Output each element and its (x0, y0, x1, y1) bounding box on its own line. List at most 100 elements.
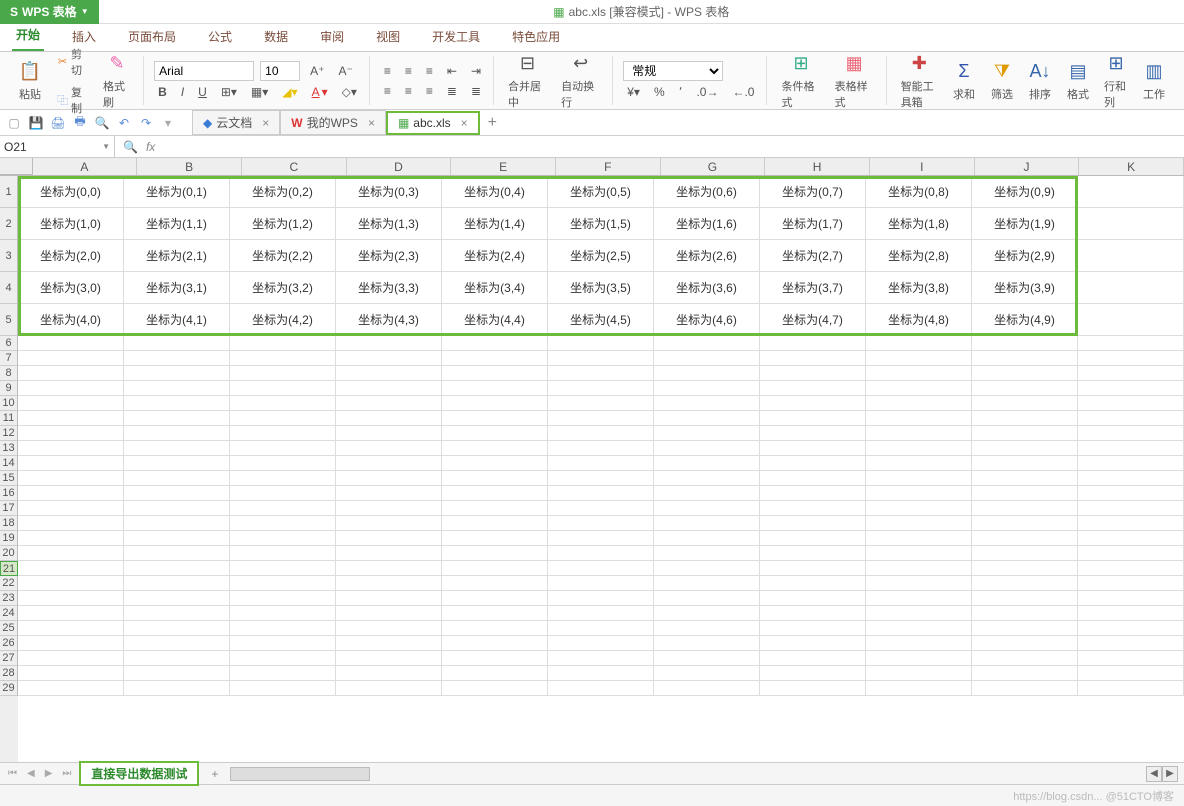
cell-A9[interactable] (18, 381, 124, 396)
cell-F16[interactable] (548, 486, 654, 501)
cell-E11[interactable] (442, 411, 548, 426)
row-header-2[interactable]: 2 (0, 208, 18, 240)
menu-item-数据[interactable]: 数据 (260, 22, 292, 51)
tab-active-file[interactable]: ▦abc.xls× (386, 111, 480, 135)
cell-I11[interactable] (866, 411, 972, 426)
sheet-nav-prev[interactable]: ◀ (25, 768, 37, 779)
copy-button[interactable]: ⿻复制 (52, 82, 93, 118)
cell-J3[interactable]: 坐标为(2,9) (972, 240, 1078, 272)
cell-K14[interactable] (1078, 456, 1184, 471)
cell-C20[interactable] (230, 546, 336, 561)
cell-E22[interactable] (442, 576, 548, 591)
cell-D25[interactable] (336, 621, 442, 636)
row-header-1[interactable]: 1 (0, 176, 18, 208)
cell-D6[interactable] (336, 336, 442, 351)
cell-K3[interactable] (1078, 240, 1184, 272)
cell-C1[interactable]: 坐标为(0,2) (230, 176, 336, 208)
cell-C13[interactable] (230, 441, 336, 456)
cell-B2[interactable]: 坐标为(1,1) (124, 208, 230, 240)
cell-K4[interactable] (1078, 272, 1184, 304)
cell-F3[interactable]: 坐标为(2,5) (548, 240, 654, 272)
cell-J6[interactable] (972, 336, 1078, 351)
pattern-button[interactable]: ▦▾ (247, 83, 272, 101)
cell-I7[interactable] (866, 351, 972, 366)
cell-J27[interactable] (972, 651, 1078, 666)
cell-D22[interactable] (336, 576, 442, 591)
cell-F25[interactable] (548, 621, 654, 636)
grow-font-button[interactable]: A⁺ (306, 62, 328, 80)
cut-button[interactable]: ✂剪切 (52, 44, 93, 80)
cell-C14[interactable] (230, 456, 336, 471)
sheet-tab-active[interactable]: 直接导出数据测试 (79, 761, 199, 786)
cell-E14[interactable] (442, 456, 548, 471)
cell-J15[interactable] (972, 471, 1078, 486)
sort-button[interactable]: A↓排序 (1024, 58, 1056, 104)
cell-F6[interactable] (548, 336, 654, 351)
row-header-12[interactable]: 12 (0, 426, 18, 441)
cell-B21[interactable] (124, 561, 230, 576)
filter-button[interactable]: ⧩筛选 (986, 58, 1018, 104)
cell-K11[interactable] (1078, 411, 1184, 426)
cell-D21[interactable] (336, 561, 442, 576)
cell-D23[interactable] (336, 591, 442, 606)
cell-E20[interactable] (442, 546, 548, 561)
cell-H6[interactable] (760, 336, 866, 351)
cell-H12[interactable] (760, 426, 866, 441)
cell-K10[interactable] (1078, 396, 1184, 411)
cell-B18[interactable] (124, 516, 230, 531)
cell-J21[interactable] (972, 561, 1078, 576)
cell-I26[interactable] (866, 636, 972, 651)
cell-B27[interactable] (124, 651, 230, 666)
cell-K24[interactable] (1078, 606, 1184, 621)
cell-I2[interactable]: 坐标为(1,8) (866, 208, 972, 240)
cell-A10[interactable] (18, 396, 124, 411)
fill-color-button[interactable]: ◢▾ (278, 83, 301, 101)
cell-J26[interactable] (972, 636, 1078, 651)
cell-D28[interactable] (336, 666, 442, 681)
cell-B14[interactable] (124, 456, 230, 471)
cell-K9[interactable] (1078, 381, 1184, 396)
align-bottom-button[interactable]: ≡ (422, 62, 437, 80)
cell-A19[interactable] (18, 531, 124, 546)
cell-J7[interactable] (972, 351, 1078, 366)
row-header-29[interactable]: 29 (0, 681, 18, 696)
font-name-select[interactable] (154, 61, 254, 81)
cell-D19[interactable] (336, 531, 442, 546)
cell-I24[interactable] (866, 606, 972, 621)
cell-A4[interactable]: 坐标为(3,0) (18, 272, 124, 304)
sheet-nav-first[interactable]: ⏮ (6, 768, 19, 779)
close-icon[interactable]: × (262, 116, 269, 130)
row-header-18[interactable]: 18 (0, 516, 18, 531)
cell-D13[interactable] (336, 441, 442, 456)
cell-J22[interactable] (972, 576, 1078, 591)
column-header-B[interactable]: B (137, 158, 242, 175)
cell-B26[interactable] (124, 636, 230, 651)
cell-E16[interactable] (442, 486, 548, 501)
cell-G12[interactable] (654, 426, 760, 441)
cell-H7[interactable] (760, 351, 866, 366)
cell-G29[interactable] (654, 681, 760, 696)
cell-B12[interactable] (124, 426, 230, 441)
spreadsheet-grid[interactable]: ABCDEFGHIJK 1234567891011121314151617181… (0, 158, 1184, 762)
cell-G8[interactable] (654, 366, 760, 381)
cell-J2[interactable]: 坐标为(1,9) (972, 208, 1078, 240)
work-button[interactable]: ▥工作 (1138, 58, 1170, 104)
cell-A16[interactable] (18, 486, 124, 501)
sum-button[interactable]: Σ求和 (948, 58, 980, 104)
cell-I19[interactable] (866, 531, 972, 546)
cell-I21[interactable] (866, 561, 972, 576)
cell-G14[interactable] (654, 456, 760, 471)
search-icon[interactable]: 🔍 (123, 140, 138, 154)
cell-C27[interactable] (230, 651, 336, 666)
cell-I27[interactable] (866, 651, 972, 666)
align-top-button[interactable]: ≡ (380, 62, 395, 80)
row-header-13[interactable]: 13 (0, 441, 18, 456)
row-header-7[interactable]: 7 (0, 351, 18, 366)
font-size-select[interactable] (260, 61, 300, 81)
cell-I18[interactable] (866, 516, 972, 531)
cell-F14[interactable] (548, 456, 654, 471)
row-header-14[interactable]: 14 (0, 456, 18, 471)
cell-G28[interactable] (654, 666, 760, 681)
cell-J12[interactable] (972, 426, 1078, 441)
cell-D9[interactable] (336, 381, 442, 396)
